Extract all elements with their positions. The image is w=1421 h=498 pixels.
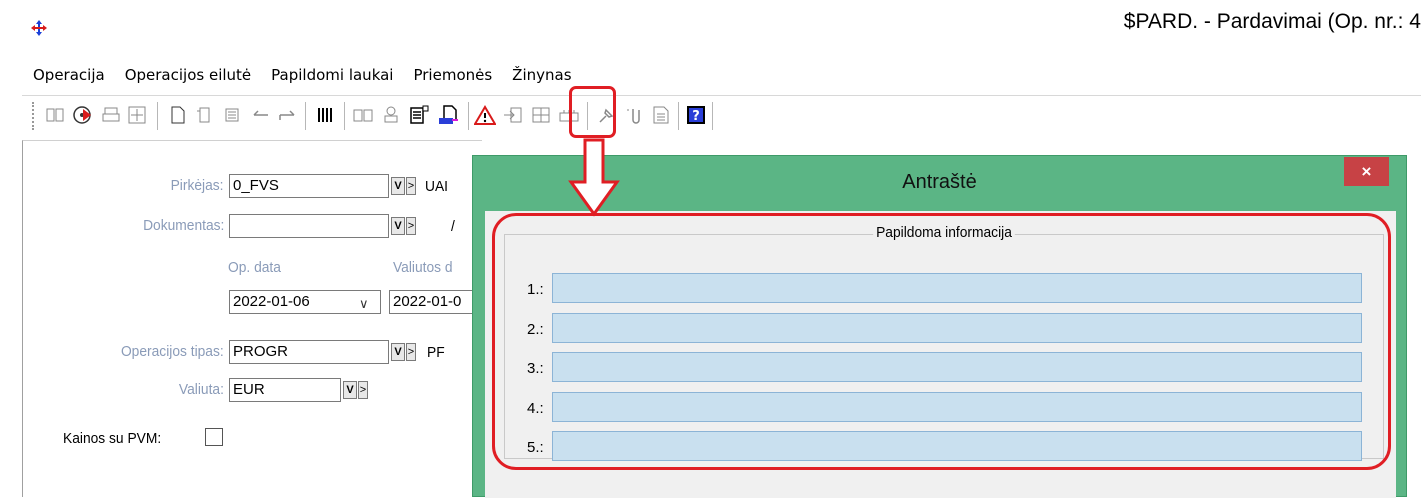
down-arrow-annotation: [568, 138, 620, 217]
currency-select-button[interactable]: V: [343, 381, 357, 399]
buyer-field[interactable]: 0_FVS: [229, 174, 389, 198]
additional-info-icon[interactable]: [409, 104, 431, 126]
prices-vat-checkbox[interactable]: [205, 428, 223, 446]
toolbar-separator: [305, 102, 306, 130]
copy-document-icon[interactable]: [194, 104, 216, 126]
menu-operacijos-eilute[interactable]: Operacijos eilutė: [115, 66, 261, 84]
buyer-open-button[interactable]: >: [406, 177, 416, 195]
buyer-name: UAI: [425, 178, 449, 195]
close-button[interactable]: ×: [1344, 157, 1389, 186]
group-highlight-annotation: [492, 213, 1391, 470]
grid-icon[interactable]: [530, 104, 552, 126]
op-type-name: PF: [427, 344, 445, 361]
book-icon[interactable]: [44, 104, 66, 126]
toolbar: ?: [22, 95, 1421, 135]
document-separator: /: [451, 218, 455, 235]
currency-date-picker[interactable]: 2022-01-0: [389, 290, 479, 314]
toolbar-separator: [712, 102, 713, 130]
menu-operacija[interactable]: Operacija: [22, 66, 115, 84]
currency-label: Valiuta:: [178, 381, 224, 398]
print-preview-icon[interactable]: [438, 104, 460, 126]
window-title: $PARD. - Pardavimai (Op. nr.: 4: [1123, 10, 1421, 33]
new-document-icon[interactable]: [167, 104, 189, 126]
open-book-icon[interactable]: [352, 104, 374, 126]
document-select-button[interactable]: V: [391, 217, 405, 235]
attachment-icon[interactable]: [624, 104, 646, 126]
import-icon[interactable]: [502, 104, 524, 126]
prices-vat-label: Kainos su PVM:: [63, 430, 162, 447]
op-type-label: Operacijos tipas:: [121, 343, 224, 360]
currency-field[interactable]: EUR: [229, 378, 341, 402]
notes-icon[interactable]: [650, 104, 672, 126]
menu-bar: Operacija Operacijos eilutė Papildomi la…: [22, 60, 1412, 90]
print-icon[interactable]: [100, 104, 122, 126]
menu-papildomi-laukai[interactable]: Papildomi laukai: [261, 66, 403, 84]
move-icon[interactable]: [126, 104, 148, 126]
toolbar-separator: [344, 102, 345, 130]
toolbar-separator: [157, 102, 158, 130]
title-bar: $PARD. - Pardavimai (Op. nr.: 4: [0, 0, 1421, 56]
redo-icon[interactable]: [276, 104, 298, 126]
warning-icon[interactable]: [474, 104, 496, 126]
svg-text:?: ?: [692, 109, 700, 124]
delete-document-icon[interactable]: [222, 104, 244, 126]
chevron-down-icon[interactable]: ∨: [359, 296, 369, 312]
toolbar-grip[interactable]: [32, 102, 34, 130]
help-icon[interactable]: ?: [685, 104, 707, 126]
op-type-open-button[interactable]: >: [406, 343, 416, 361]
currency-open-button[interactable]: >: [358, 381, 368, 399]
toolbar-separator: [678, 102, 679, 130]
op-type-select-button[interactable]: V: [391, 343, 405, 361]
op-date-label: Op. data: [228, 259, 281, 276]
buyer-label: Pirkėjas:: [171, 177, 224, 194]
document-label: Dokumentas:: [142, 217, 224, 234]
document-open-button[interactable]: >: [406, 217, 416, 235]
columns-icon[interactable]: [314, 104, 336, 126]
stamp-icon[interactable]: [380, 104, 402, 126]
currency-date-label: Valiutos d: [393, 259, 453, 276]
toolbar-separator: [468, 102, 469, 130]
menu-zinynas[interactable]: Žinynas: [502, 66, 581, 84]
buyer-select-button[interactable]: V: [391, 177, 405, 195]
menu-priemones[interactable]: Priemonės: [403, 66, 502, 84]
undo-icon[interactable]: [250, 104, 272, 126]
app-cross-arrows-icon[interactable]: [31, 20, 47, 36]
cd-run-icon[interactable]: [72, 104, 94, 126]
op-type-field[interactable]: PROGR: [229, 340, 389, 364]
toolbar-highlight-annotation: [569, 86, 616, 138]
sales-form: Pirkėjas: 0_FVS V > UAI Dokumentas: V > …: [22, 140, 482, 497]
document-field[interactable]: [229, 214, 389, 238]
